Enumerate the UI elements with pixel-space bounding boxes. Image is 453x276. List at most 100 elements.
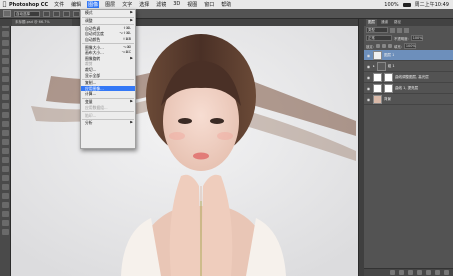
visibility-eye-icon[interactable]: ◉ — [366, 97, 371, 102]
align-left-button[interactable] — [43, 10, 50, 17]
layer-row[interactable]: ◉ 曲线调整图层, 高光层 — [364, 72, 453, 83]
tool-icon[interactable] — [1, 130, 9, 136]
tool-icon[interactable] — [1, 49, 9, 55]
tool-icon[interactable] — [1, 211, 9, 217]
menu-item-label: 自动色调 — [85, 25, 101, 31]
filter-pixel-icon[interactable] — [390, 27, 395, 33]
add-mask-icon[interactable] — [408, 270, 413, 275]
layer-thumbnail — [373, 94, 382, 104]
tool-icon[interactable] — [1, 157, 9, 163]
new-layer-icon[interactable] — [435, 270, 440, 275]
layer-list: ◉ 图层 1 ◉ ▸ 组 1 ◉ 曲线调整图层, 高光层 ◉ 曲线 1, 提亮层 ◉ 背景 — [364, 50, 453, 105]
menu-item[interactable]: 滤镜 — [155, 1, 167, 8]
tool-icon[interactable] — [1, 166, 9, 172]
tool-icon[interactable] — [1, 76, 9, 82]
visibility-eye-icon[interactable]: ◉ — [366, 86, 371, 91]
trash-icon[interactable] — [444, 270, 449, 275]
image-menu-dropdown: 模式 ▶ 调整 ▶ 自动色调 ⇧⌘L 自动对比度 ⌥⇧⌘L 自动颜色 ⇧⌘B 图像大小... ⌥⌘I 画… — [80, 9, 136, 149]
filter-type-icon[interactable] — [404, 27, 409, 33]
link-layers-icon[interactable] — [390, 270, 395, 275]
tool-icon[interactable] — [1, 112, 9, 118]
layer-name: 曲线 1, 提亮层 — [395, 85, 419, 90]
document-canvas[interactable] — [11, 26, 358, 276]
move-tool-icon[interactable] — [3, 10, 11, 17]
layer-row[interactable]: ◉ ▸ 组 1 — [364, 61, 453, 72]
tool-icon[interactable] — [1, 31, 9, 37]
lock-pixels-icon[interactable] — [375, 44, 380, 48]
new-group-icon[interactable] — [426, 270, 431, 275]
filter-adjust-icon[interactable] — [397, 27, 402, 33]
adjustment-layer-icon[interactable] — [417, 270, 422, 275]
submenu-arrow-icon: ▶ — [130, 120, 133, 125]
opacity-field[interactable]: 100% — [410, 35, 423, 41]
document-tab[interactable]: 未标题.psd @ 66.7% — [12, 19, 72, 26]
layer-thumbnail — [373, 72, 382, 82]
kind-filter-dropdown[interactable]: 类型 — [366, 27, 388, 33]
layer-row[interactable]: ◉ 背景 — [364, 94, 453, 105]
app-menu[interactable]: Photoshop CC — [9, 2, 48, 8]
tool-icon[interactable] — [1, 67, 9, 73]
tool-icon[interactable] — [1, 85, 9, 91]
menu-item[interactable]: 视图 — [186, 1, 198, 8]
menu-item[interactable]: 选择 — [138, 1, 150, 8]
menu-item-label: 图像大小... — [85, 44, 104, 50]
align-center-button[interactable] — [53, 10, 60, 17]
menu-item[interactable]: 窗口 — [203, 1, 215, 8]
layer-style-icon[interactable] — [399, 270, 404, 275]
tool-icon[interactable] — [1, 121, 9, 127]
tool-icon[interactable] — [1, 202, 9, 208]
tool-icon[interactable] — [1, 229, 9, 235]
clock[interactable]: 周二上午10:49 — [415, 1, 449, 8]
visibility-eye-icon[interactable]: ◉ — [366, 75, 371, 80]
menu-item-label: 变量 — [85, 99, 93, 105]
battery-icon[interactable] — [402, 2, 411, 7]
lock-position-icon[interactable] — [381, 44, 386, 48]
layers-panel-footer — [364, 268, 453, 276]
tool-icon[interactable] — [1, 220, 9, 226]
menu-item[interactable]: 3D — [172, 1, 181, 8]
fill-field[interactable]: 100% — [403, 43, 416, 49]
menu-item-label: 调整 — [85, 17, 93, 23]
menu-item[interactable]: 帮助 — [220, 1, 232, 8]
layer-mask-thumbnail[interactable] — [384, 83, 393, 93]
panel-tab[interactable]: 路径 — [392, 19, 403, 26]
blend-mode-dropdown[interactable]: 正常 — [366, 35, 392, 41]
tool-icon[interactable] — [1, 148, 9, 154]
mac-menubar:  Photoshop CC 文件编辑图像图层文字选择滤镜 3D 视图窗口帮助 10… — [0, 0, 453, 9]
options-bar: 自动选择 — [0, 9, 453, 19]
tool-icon[interactable] — [1, 40, 9, 46]
menu-item-label: 图像旋转 — [85, 55, 101, 61]
menu-item-label: 应用图像... — [85, 85, 104, 91]
distribute-button[interactable] — [73, 10, 80, 17]
menu-item[interactable]: 图层 — [104, 1, 116, 8]
panel-tab[interactable]: 通道 — [379, 19, 390, 26]
menu-item[interactable]: 编辑 — [70, 1, 82, 8]
layer-row[interactable]: ◉ 曲线 1, 提亮层 — [364, 83, 453, 94]
lock-all-icon[interactable] — [387, 44, 392, 48]
tool-icon[interactable] — [1, 103, 9, 109]
panel-tab[interactable]: 图层 — [366, 19, 377, 26]
tool-icon[interactable] — [1, 175, 9, 181]
menu-item[interactable]: 图像 — [87, 1, 100, 8]
menu-item[interactable]: 文字 — [121, 1, 133, 8]
image-menu-item[interactable]: 分析 ▶ — [81, 120, 135, 126]
layer-mask-thumbnail[interactable] — [384, 72, 393, 82]
menu-item-label: 复制... — [85, 80, 97, 86]
portrait-photo — [11, 26, 358, 276]
visibility-eye-icon[interactable]: ◉ — [366, 64, 371, 69]
menu-item-label: 应用数据组... — [85, 104, 108, 110]
visibility-eye-icon[interactable]: ◉ — [366, 53, 371, 58]
tool-icon[interactable] — [1, 139, 9, 145]
menu-item[interactable]: 文件 — [53, 1, 65, 8]
tool-icon[interactable] — [1, 184, 9, 190]
auto-select-field[interactable]: 自动选择 — [14, 10, 40, 17]
battery-percent: 100% — [384, 1, 399, 8]
folder-expand-icon[interactable]: ▸ — [373, 64, 375, 68]
apple-icon[interactable]:  — [0, 1, 9, 8]
align-right-button[interactable] — [63, 10, 70, 17]
tool-icon[interactable] — [1, 58, 9, 64]
tool-icon[interactable] — [1, 193, 9, 199]
layer-row[interactable]: ◉ 图层 1 — [364, 50, 453, 61]
opacity-label: 不透明度: — [394, 36, 409, 41]
tool-icon[interactable] — [1, 94, 9, 100]
